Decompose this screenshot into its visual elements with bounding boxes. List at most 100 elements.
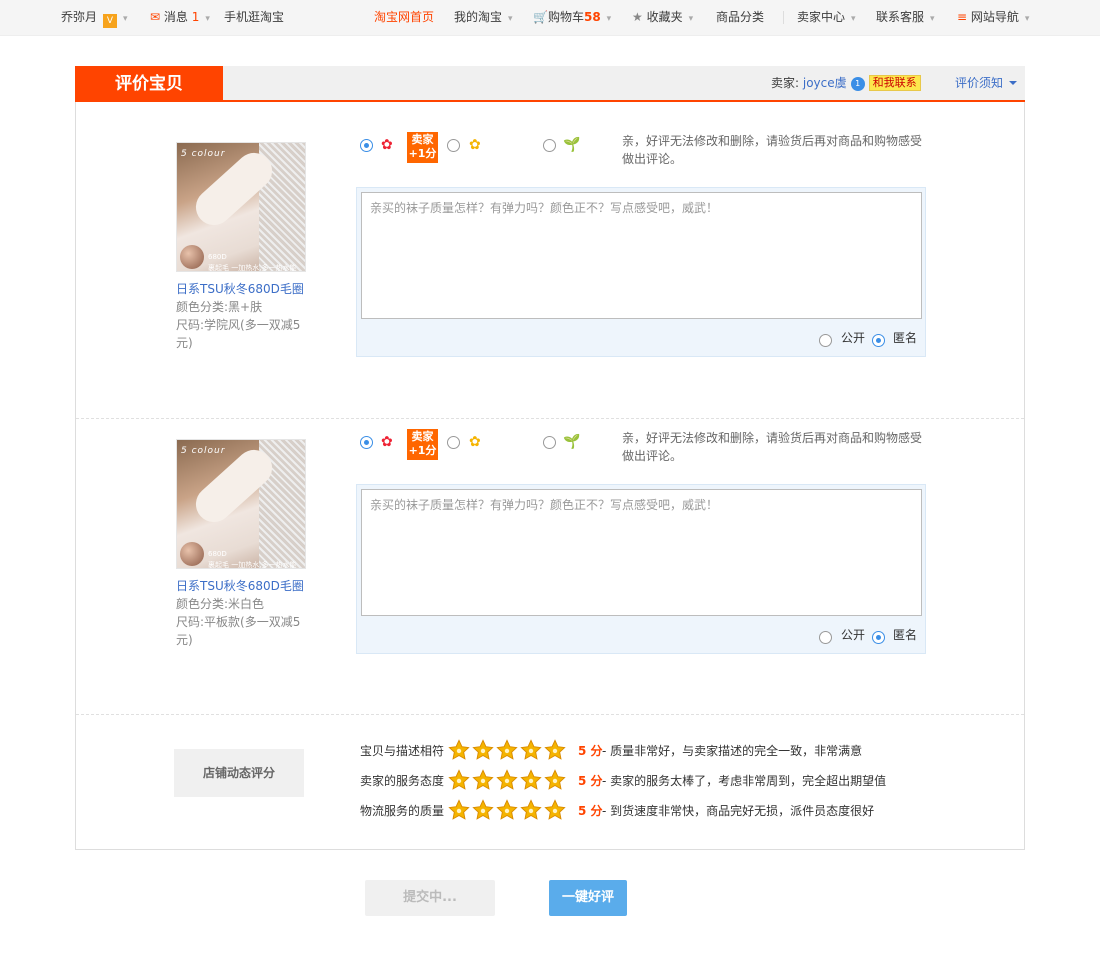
- rating-bad-radio[interactable]: [543, 139, 556, 152]
- rating-neutral-radio[interactable]: [447, 436, 460, 449]
- chevron-down-icon: ▾: [1024, 14, 1030, 24]
- anonymous-label: 匿名: [893, 331, 918, 345]
- product-name-link[interactable]: 日系TSU秋冬680D毛圈: [176, 280, 316, 298]
- star-icon[interactable]: [496, 799, 518, 821]
- categories-link[interactable]: 商品分类: [716, 0, 764, 35]
- taobao-home-link[interactable]: 淘宝网首页: [374, 0, 434, 35]
- chevron-down-icon: ▾: [508, 14, 513, 24]
- rating-good-radio[interactable]: [360, 436, 373, 449]
- star-icon[interactable]: [520, 769, 542, 791]
- messages-link[interactable]: ✉ 消息 1 ▾: [150, 0, 210, 37]
- dsr-row-logistics: 物流服务的质量 5 分 - 到货速度非常快，商品完好无损，派件员态度很好: [360, 799, 874, 823]
- star-icon[interactable]: [448, 769, 470, 791]
- divider: [783, 11, 784, 24]
- site-nav-link[interactable]: ≡ 网站导航 ▾: [957, 0, 1029, 37]
- product-color: 颜色分类:米白色: [176, 597, 265, 611]
- seller-name-link[interactable]: joyce虞: [803, 76, 847, 90]
- star-icon[interactable]: [496, 739, 518, 761]
- tab-review-items[interactable]: 评价宝贝: [75, 66, 223, 102]
- wilted-plant-icon: 🌱: [563, 434, 581, 450]
- flower-yellow-icon: ✿: [469, 434, 481, 450]
- product-size: 尺码:平板款(多一双减5元): [176, 615, 301, 647]
- anonymous-radio[interactable]: [872, 334, 885, 347]
- flower-red-icon: ✿: [381, 137, 393, 153]
- star-icon[interactable]: [520, 739, 542, 761]
- shop-rating-label: 店铺动态评分: [174, 749, 304, 797]
- star-icon[interactable]: [520, 799, 542, 821]
- product-image[interactable]: 5 colour 680D 裏起毛 一加热水,多一热水能: [176, 439, 306, 569]
- mail-icon: ✉: [150, 10, 161, 24]
- dsr-score: 5 分: [578, 804, 603, 818]
- anonymous-label: 匿名: [893, 628, 918, 642]
- customer-service-link[interactable]: 联系客服 ▾: [876, 0, 935, 37]
- review-panel-header: 评价宝贝 卖家: joyce虞 1 和我联系 评价须知: [75, 66, 1025, 102]
- seller-label: 卖家:: [771, 76, 800, 90]
- star-icon[interactable]: [544, 799, 566, 821]
- review-notice-link[interactable]: 评价须知: [955, 66, 1017, 100]
- dsr-row-service: 卖家的服务态度 5 分 - 卖家的服务太棒了，考虑非常周到，完全超出期望值: [360, 769, 886, 793]
- submit-button[interactable]: 提交中...: [365, 880, 495, 916]
- review-editor: 公开 匿名: [356, 187, 926, 357]
- chat-bubble-icon: 1: [850, 77, 865, 91]
- image-brand-text: 5 colour: [181, 149, 226, 159]
- review-tip-text: 亲，好评无法修改和删除，请验货后再对商品和购物感受做出评论。: [622, 134, 923, 166]
- image-brand-text: 5 colour: [181, 446, 226, 456]
- star-icon[interactable]: [448, 739, 470, 761]
- dsr-row-label: 卖家的服务态度: [360, 774, 445, 788]
- chevron-down-icon: ▾: [930, 14, 935, 24]
- cart-icon: 🛒: [533, 10, 548, 24]
- dsr-description: - 质量非常好，与卖家描述的完全一致，非常满意: [602, 744, 863, 758]
- chevron-down-icon: ▾: [688, 14, 694, 24]
- public-radio[interactable]: [819, 334, 832, 347]
- dsr-description: - 卖家的服务太棒了，考虑非常周到，完全超出期望值: [602, 774, 887, 788]
- dsr-row-label: 宝贝与描述相符: [360, 744, 445, 758]
- contact-seller-button[interactable]: 和我联系: [868, 75, 921, 91]
- review-textarea[interactable]: [361, 192, 922, 319]
- rating-good-radio[interactable]: [360, 139, 373, 152]
- star-icon[interactable]: [544, 739, 566, 761]
- star-icon[interactable]: [472, 799, 494, 821]
- public-label: 公开: [841, 628, 866, 642]
- star-icon[interactable]: [544, 769, 566, 791]
- wilted-plant-icon: 🌱: [563, 137, 581, 153]
- seller-center-link[interactable]: 卖家中心 ▾: [797, 0, 856, 37]
- rating-bad-radio[interactable]: [543, 436, 556, 449]
- seller-plus-one-badge: 卖家 +1分: [407, 132, 438, 163]
- my-taobao-link[interactable]: 我的淘宝 ▾: [454, 0, 513, 37]
- chevron-down-icon: ▾: [606, 14, 612, 24]
- review-item: 5 colour 680D 裏起毛 一加热水,多一热水能 日系TSU秋冬680D…: [76, 102, 1024, 398]
- cart-link[interactable]: 🛒购物车58 ▾: [533, 0, 611, 37]
- dsr-row-description: 宝贝与描述相符 5 分 - 质量非常好，与卖家描述的完全一致，非常满意: [360, 739, 862, 763]
- flower-red-icon: ✿: [381, 434, 393, 450]
- star-icon[interactable]: [448, 799, 470, 821]
- star-icon[interactable]: [472, 769, 494, 791]
- dsr-score: 5 分: [578, 774, 603, 788]
- dsr-description: - 到货速度非常快，商品完好无损，派件员态度很好: [602, 804, 875, 818]
- mobile-taobao-link[interactable]: 手机逛淘宝: [224, 0, 284, 35]
- product-image[interactable]: 5 colour 680D 裏起毛 一加热水,多一热水能: [176, 142, 306, 272]
- flower-yellow-icon: ✿: [469, 137, 481, 153]
- dsr-score: 5 分: [578, 744, 603, 758]
- user-name-link[interactable]: 乔弥月 V ▾: [61, 0, 128, 37]
- one-click-good-review-button[interactable]: 一键好评: [549, 880, 627, 916]
- review-tip-text: 亲，好评无法修改和删除，请验货后再对商品和购物感受做出评论。: [622, 431, 923, 463]
- product-color: 颜色分类:黑+肤: [176, 300, 263, 314]
- review-editor: 公开 匿名: [356, 484, 926, 654]
- cart-count: 58: [583, 10, 601, 24]
- product-name-link[interactable]: 日系TSU秋冬680D毛圈: [176, 577, 316, 595]
- public-radio[interactable]: [819, 631, 832, 644]
- caret-down-icon: [1009, 81, 1017, 85]
- chevron-down-icon: ▾: [205, 14, 210, 24]
- anonymous-radio[interactable]: [872, 631, 885, 644]
- rating-neutral-radio[interactable]: [447, 139, 460, 152]
- top-nav-bar: 乔弥月 V ▾ ✉ 消息 1 ▾ 手机逛淘宝 淘宝网首页 我的淘宝 ▾ 🛒购物车58 ▾ …: [0, 0, 1100, 36]
- vip-badge-icon: V: [103, 14, 118, 28]
- chevron-down-icon: ▾: [123, 14, 128, 24]
- star-icon[interactable]: [472, 739, 494, 761]
- seller-info: 卖家: joyce虞 1 和我联系: [771, 66, 921, 100]
- menu-icon: ≡: [957, 10, 968, 24]
- star-icon[interactable]: [496, 769, 518, 791]
- review-textarea[interactable]: [361, 489, 922, 616]
- product-size: 尺码:学院风(多一双减5元): [176, 318, 301, 350]
- favorites-link[interactable]: ★ 收藏夹 ▾: [632, 0, 693, 37]
